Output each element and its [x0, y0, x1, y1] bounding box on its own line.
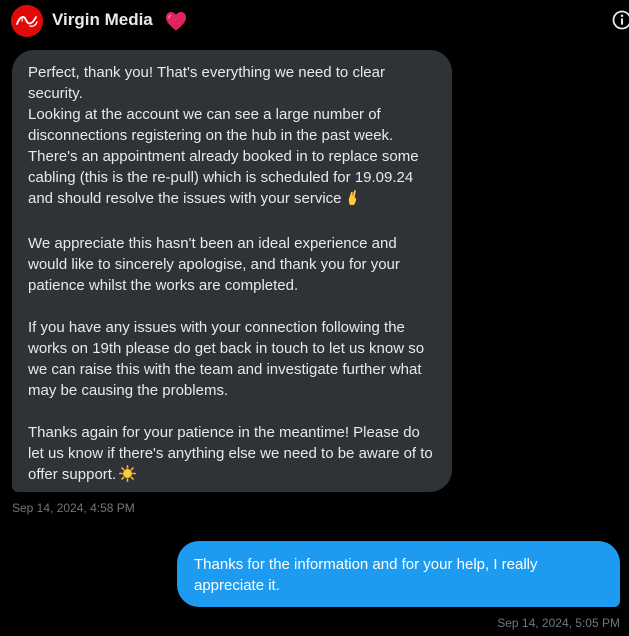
message-paragraph: Perfect, thank you! That's everything we… — [28, 62, 436, 212]
incoming-message-bubble[interactable]: Perfect, thank you! That's everything we… — [12, 50, 452, 492]
avatar[interactable] — [11, 5, 43, 37]
conversation-header: Virgin Media — [0, 0, 629, 42]
conversation-name[interactable]: Virgin Media — [52, 10, 153, 30]
incoming-message-timestamp: Sep 14, 2024, 4:58 PM — [12, 501, 135, 515]
message-text: Thanks for the information and for your … — [194, 556, 538, 594]
red-heart-icon — [164, 10, 188, 32]
sun-emoji — [119, 465, 137, 488]
crossed-fingers-emoji — [345, 189, 361, 212]
message-paragraph: Thanks again for your patience in the me… — [28, 422, 436, 488]
virgin-logo-icon — [11, 5, 43, 37]
message-text: Thanks again for your patience in the me… — [28, 424, 433, 483]
message-text: Perfect, thank you! That's everything we… — [28, 64, 385, 102]
info-icon[interactable] — [611, 9, 629, 31]
message-paragraph: We appreciate this hasn't been an ideal … — [28, 235, 400, 294]
outgoing-message-timestamp: Sep 14, 2024, 5:05 PM — [497, 616, 620, 630]
message-paragraph: If you have any issues with your connect… — [28, 319, 425, 399]
outgoing-message-bubble[interactable]: Thanks for the information and for your … — [177, 541, 620, 607]
